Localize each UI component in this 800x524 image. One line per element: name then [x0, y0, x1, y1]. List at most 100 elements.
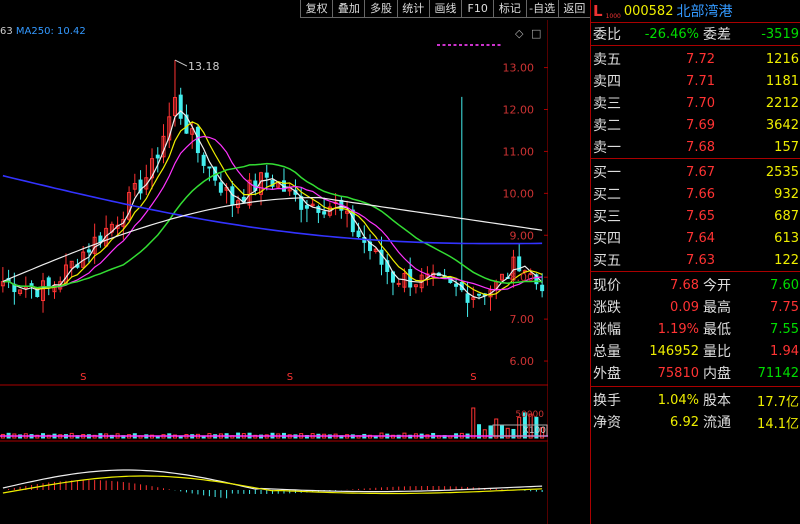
signal-mark: [475, 44, 479, 46]
buy-row[interactable]: 买五 7.63 122: [591, 249, 800, 271]
kline-chart-svg: 13.00 12.00 11.00 10.00 9.00 8.00 7.00 6.00 13.1…: [0, 20, 548, 524]
sell-price: 7.68: [686, 139, 715, 155]
sell-row[interactable]: 卖一 7.68 157: [591, 136, 800, 158]
stock-title: L 1000 000582 北部湾港: [591, 0, 800, 23]
volume-max-label: 50000: [515, 410, 544, 420]
buy-book: 买一 7.67 2535 买二 7.66 932 买三 7.65 687 买四 …: [591, 159, 800, 271]
stat-label: 换手: [593, 393, 621, 409]
ma-legend-prefix: 63: [0, 26, 13, 37]
stat-row: 净资 6.92 流通 14.1亿: [591, 411, 800, 433]
candle-body: [322, 211, 327, 215]
sell-price: 7.72: [686, 51, 715, 67]
signal-mark: [437, 44, 440, 46]
ma-legend-label: MA250:: [15, 26, 54, 37]
stat-label: 今开: [703, 278, 731, 294]
stat-label: 内盘: [703, 366, 731, 382]
volume-bar: [471, 407, 476, 439]
signal-mark: [481, 44, 484, 46]
buy-label: 买五: [593, 253, 621, 269]
quote-panel: L 1000 000582 北部湾港 委比 -26.46% 委差 -3519 卖…: [590, 0, 800, 524]
candle-body: [155, 154, 160, 159]
candle-body: [86, 249, 91, 253]
level-sub: 1000: [605, 12, 621, 20]
price-tick-label: 11.00: [503, 145, 535, 158]
price-tick-label: 13.00: [503, 62, 535, 75]
toolbar-huaxian-button[interactable]: 画线: [428, 0, 462, 18]
candle-body: [465, 293, 470, 303]
stat-row: 现价 7.68 今开 7.60: [591, 274, 800, 296]
buy-volume: 687: [774, 208, 799, 224]
stat-label: 最高: [703, 300, 731, 316]
diamond-icon[interactable]: ◇: [515, 27, 523, 40]
buy-volume: 2535: [765, 164, 799, 180]
candle-body: [356, 230, 361, 238]
price-tick-label: 9.00: [510, 229, 535, 242]
weicha-value: -3519: [761, 26, 799, 42]
stat-value: 7.60: [770, 277, 799, 293]
toolbar-fuquan-button[interactable]: 复权: [300, 0, 333, 18]
stat-row: 涨幅 1.19% 最低 7.55: [591, 318, 800, 340]
sell-label: 卖四: [593, 74, 621, 90]
stat-label: 总量: [593, 344, 621, 360]
buy-price: 7.67: [686, 164, 715, 180]
buy-label: 买一: [593, 165, 621, 181]
price-tick-label: 8.00: [510, 271, 535, 284]
stat-label: 外盘: [593, 366, 621, 382]
toolbar-diejia-button[interactable]: 叠加: [332, 0, 365, 18]
buy-price: 7.65: [686, 208, 715, 224]
ma-legend: 63 MA250: 10.42: [0, 26, 86, 37]
signal-mark: [497, 44, 501, 46]
buy-row[interactable]: 买四 7.64 613: [591, 227, 800, 249]
toolbar-biaoji-button[interactable]: 标记: [493, 0, 526, 18]
signal-mark: [470, 44, 473, 46]
sell-row[interactable]: 卖五 7.72 1216: [591, 48, 800, 70]
candle-body: [477, 293, 482, 296]
sell-row[interactable]: 卖三 7.70 2212: [591, 92, 800, 114]
sell-label: 卖二: [593, 118, 621, 134]
stat-value: 7.75: [770, 299, 799, 315]
stat-value: 75810: [657, 365, 699, 381]
macd-dif-line: [2, 469, 543, 493]
stats-block: 现价 7.68 今开 7.60 涨跌 0.09 最高 7.75 涨幅 1.19%…: [591, 274, 800, 384]
signal-mark: [448, 44, 451, 46]
sell-book: 卖五 7.72 1216 卖四 7.71 1181 卖三 7.70 2212 卖…: [591, 46, 800, 158]
sell-volume: 1216: [765, 51, 799, 67]
candle-body: [304, 205, 309, 209]
stat-value: 1.04%: [657, 392, 699, 408]
candle-body: [396, 282, 401, 285]
stat-value: 0.09: [670, 299, 699, 315]
toolbar-tongji-button[interactable]: 统计: [396, 0, 429, 18]
toolbar-zixuan-button[interactable]: -自选: [525, 0, 558, 18]
toolbar-f10-button[interactable]: F10: [461, 0, 494, 18]
buy-row[interactable]: 买一 7.67 2535: [591, 161, 800, 183]
stock-code: 000582: [623, 3, 674, 19]
sell-label: 卖一: [593, 140, 621, 156]
buy-price: 7.64: [686, 230, 715, 246]
candle-body: [178, 94, 183, 119]
peak-label: 13.18: [188, 60, 220, 73]
signal-mark: [453, 44, 457, 46]
sell-row[interactable]: 卖二 7.69 3642: [591, 114, 800, 136]
candle-body: [316, 206, 321, 213]
sell-price: 7.69: [686, 117, 715, 133]
stock-name: 北部湾港: [676, 4, 733, 20]
kline-chart[interactable]: 13.00 12.00 11.00 10.00 9.00 8.00 7.00 6.00 13.1…: [0, 0, 548, 524]
candle-body: [218, 182, 223, 193]
signal-mark: [492, 44, 495, 46]
weibi-value: -26.46%: [644, 26, 699, 42]
stat-value: 71142: [757, 365, 799, 381]
buy-row[interactable]: 买二 7.66 932: [591, 183, 800, 205]
buy-row[interactable]: 买三 7.65 687: [591, 205, 800, 227]
toolbar-fanhui-button[interactable]: 返回: [557, 0, 590, 18]
sell-label: 卖三: [593, 96, 621, 112]
stat-label: 现价: [593, 278, 621, 294]
box-icon[interactable]: □: [531, 27, 541, 40]
buy-volume: 613: [774, 230, 799, 246]
sell-label: 卖五: [593, 52, 621, 68]
sell-volume: 157: [774, 139, 799, 155]
sell-volume: 2212: [765, 95, 799, 111]
stat-value: 6.92: [670, 414, 699, 430]
sell-row[interactable]: 卖四 7.71 1181: [591, 70, 800, 92]
stat-row: 涨跌 0.09 最高 7.75: [591, 296, 800, 318]
toolbar-duogu-button[interactable]: 多股: [364, 0, 397, 18]
